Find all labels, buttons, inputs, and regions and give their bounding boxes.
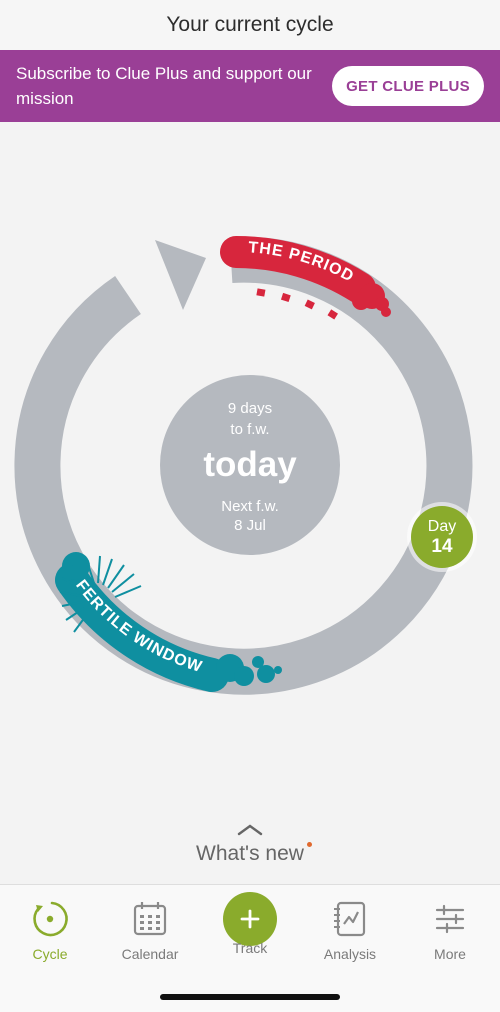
whats-new-panel[interactable]: What's new xyxy=(0,822,500,882)
page-title: Your current cycle xyxy=(166,13,334,36)
sliders-icon xyxy=(435,904,465,934)
calendar-icon xyxy=(133,902,167,936)
tab-track[interactable]: Track xyxy=(200,892,300,977)
day-marker-number: 14 xyxy=(431,536,453,557)
whats-new-label[interactable]: What's new xyxy=(196,842,312,866)
cycle-icon xyxy=(33,901,68,937)
days-to-fertile-line2: to f.w. xyxy=(230,421,269,438)
notification-dot xyxy=(306,842,312,847)
days-to-fertile-line1: 9 days xyxy=(228,400,272,417)
get-clue-plus-button[interactable]: GET CLUE PLUS xyxy=(332,66,484,106)
day-marker-label: Day xyxy=(428,518,456,535)
tab-cycle[interactable]: Cycle xyxy=(0,897,100,977)
cycle-arrow-head xyxy=(155,240,206,310)
tab-analysis[interactable]: Analysis xyxy=(300,897,400,977)
tab-more[interactable]: More xyxy=(400,897,500,977)
home-indicator[interactable] xyxy=(160,994,340,1000)
analysis-icon xyxy=(334,901,366,937)
next-fertile-line1: Next f.w. xyxy=(221,498,279,515)
banner-text: Subscribe to Clue Plus and support our m… xyxy=(16,64,312,108)
chevron-up-icon xyxy=(237,824,263,836)
next-fertile-line2: 8 Jul xyxy=(234,517,266,534)
plus-icon xyxy=(223,892,277,946)
screen-header: Your current cycle xyxy=(0,0,500,50)
tab-calendar[interactable]: Calendar xyxy=(100,897,200,977)
tab-bar: Cycle Calendar Track Analysis More xyxy=(0,884,500,1012)
today-label: today xyxy=(203,445,297,484)
cycle-wheel: THE PERIOD FERTILE WINDOW 9 days to f.w.… xyxy=(14,236,477,695)
day-marker[interactable]: Day 14 xyxy=(407,502,477,572)
subscribe-banner[interactable]: Subscribe to Clue Plus and support our m… xyxy=(0,50,500,122)
